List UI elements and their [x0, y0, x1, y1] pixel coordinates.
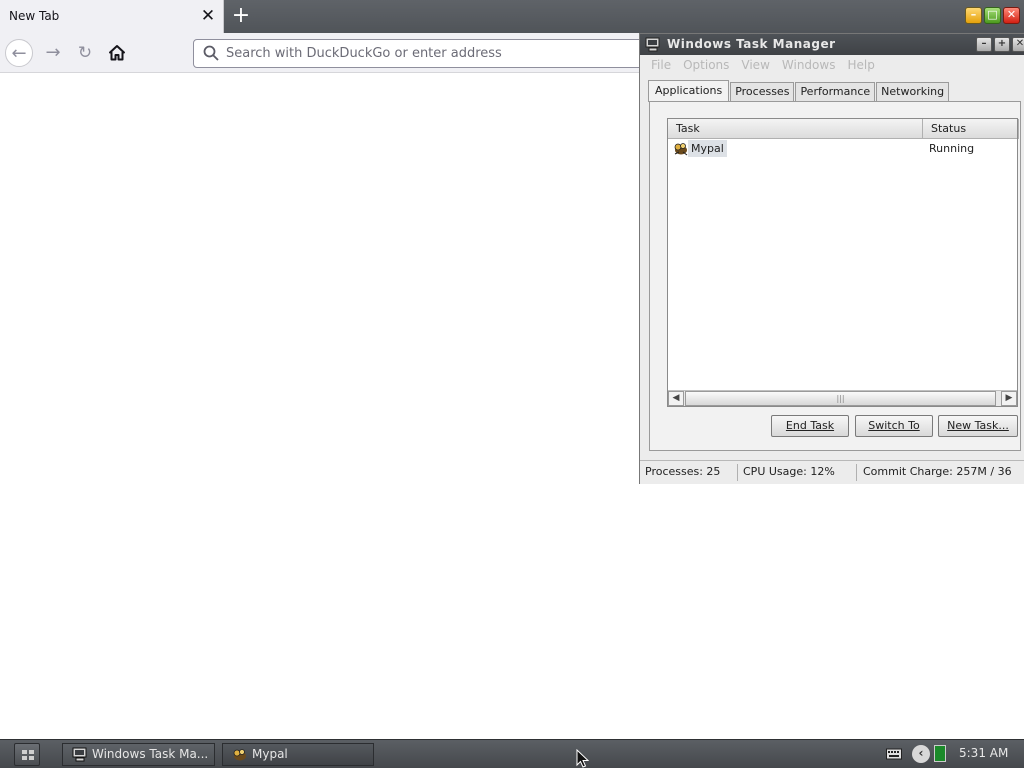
menu-file[interactable]: File: [645, 55, 677, 76]
applications-panel: Task Status Mypal Running ◀ ||| ▶ End Ta…: [649, 101, 1021, 451]
tab-applications[interactable]: Applications: [648, 80, 730, 102]
menu-view[interactable]: View: [735, 55, 775, 76]
minimize-button[interactable]: –: [965, 7, 982, 24]
window-title: Windows Task Manager: [667, 37, 836, 51]
task-name: Mypal: [688, 140, 727, 157]
status-divider: [737, 464, 738, 481]
taskbar-item-label: Windows Task Ma...: [92, 747, 209, 761]
tray-expand-icon[interactable]: ‹: [912, 745, 930, 763]
tab-processes[interactable]: Processes: [730, 82, 795, 102]
taskbar-item-mypal[interactable]: Mypal: [222, 743, 374, 766]
mypal-icon: [233, 749, 246, 761]
status-divider: [856, 464, 857, 481]
mypal-icon: [674, 143, 688, 156]
maximize-button[interactable]: □: [984, 7, 1001, 24]
new-tab-button[interactable]: +: [229, 4, 253, 28]
tab-title: New Tab: [9, 9, 60, 23]
new-task-button[interactable]: New Task...: [938, 415, 1018, 437]
browser-tab-bar: New Tab ✕ + – □ ✕: [0, 0, 1024, 33]
home-button[interactable]: [103, 39, 131, 67]
computer-icon: [72, 747, 87, 762]
back-button[interactable]: ←: [5, 39, 33, 67]
task-list[interactable]: Task Status Mypal Running ◀ ||| ▶: [667, 118, 1019, 407]
commit-charge: Commit Charge: 257M / 36: [863, 465, 1012, 478]
taskbar: Windows Task Ma... Mypal ‹ 5:31 AM: [0, 739, 1024, 768]
scroll-right-icon[interactable]: ▶: [1001, 391, 1017, 406]
apps-grid-icon: [22, 750, 34, 760]
switch-to-button[interactable]: Switch To: [855, 415, 933, 437]
end-task-button[interactable]: End Task: [771, 415, 849, 437]
task-manager-tabs: Applications Processes Performance Netwo…: [648, 80, 950, 102]
address-input[interactable]: [226, 43, 646, 64]
close-button[interactable]: ✕: [1003, 7, 1020, 24]
task-status: Running: [929, 142, 975, 155]
forward-button[interactable]: →: [39, 39, 67, 67]
task-list-header: Task Status: [668, 119, 1019, 139]
processes-count: Processes: 25: [645, 465, 721, 478]
taskbar-item-task-manager[interactable]: Windows Task Ma...: [62, 743, 215, 766]
task-manager-window: Windows Task Manager – + ✕ File Options …: [639, 33, 1024, 484]
home-icon: [109, 45, 125, 61]
task-manager-menubar: File Options View Windows Help: [640, 55, 1024, 76]
menu-windows[interactable]: Windows: [776, 55, 842, 76]
tab-networking[interactable]: Networking: [876, 82, 950, 102]
computer-icon: [645, 37, 660, 52]
scrollbar-thumb[interactable]: |||: [685, 391, 996, 406]
task-manager-statusbar: Processes: 25 CPU Usage: 12% Commit Char…: [640, 460, 1024, 484]
menu-help[interactable]: Help: [841, 55, 880, 76]
tab-new-tab[interactable]: New Tab ✕: [0, 0, 224, 33]
tab-close-icon[interactable]: ✕: [198, 6, 218, 26]
task-manager-window-buttons: – + ✕: [976, 37, 1024, 52]
address-bar[interactable]: [193, 39, 653, 68]
clock[interactable]: 5:31 AM: [959, 746, 1008, 760]
mouse-cursor-icon: [576, 749, 589, 768]
horizontal-scrollbar[interactable]: ◀ ||| ▶: [668, 390, 1017, 406]
scroll-left-icon[interactable]: ◀: [668, 391, 684, 406]
cpu-usage: CPU Usage: 12%: [743, 465, 835, 478]
reload-button[interactable]: ↻: [71, 39, 99, 67]
tm-maximize-button[interactable]: +: [994, 37, 1010, 52]
taskbar-item-label: Mypal: [252, 747, 288, 761]
start-button[interactable]: [14, 743, 40, 766]
task-manager-titlebar[interactable]: Windows Task Manager – + ✕: [640, 34, 1024, 55]
table-row[interactable]: Mypal Running: [668, 140, 1017, 158]
keyboard-icon[interactable]: [886, 747, 902, 761]
search-icon: [203, 45, 219, 61]
column-header-status[interactable]: Status: [923, 119, 1019, 139]
tab-performance[interactable]: Performance: [795, 82, 876, 102]
column-header-task[interactable]: Task: [668, 119, 923, 139]
tm-close-button[interactable]: ✕: [1012, 37, 1024, 52]
battery-icon[interactable]: [934, 745, 946, 762]
menu-options[interactable]: Options: [677, 55, 735, 76]
tm-minimize-button[interactable]: –: [976, 37, 992, 52]
window-controls: – □ ✕: [965, 7, 1020, 24]
